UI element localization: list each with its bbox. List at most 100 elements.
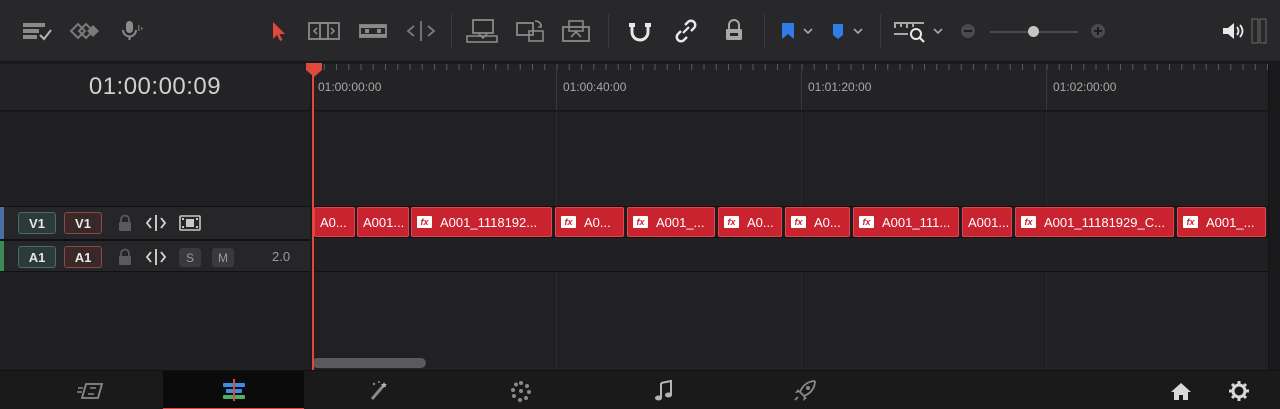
clip-label: A001_1118192... xyxy=(440,214,538,230)
video-clip[interactable]: A001... xyxy=(962,207,1012,237)
snapping-magnet-icon[interactable] xyxy=(624,16,656,46)
zoom-mode-dropdown[interactable] xyxy=(890,16,948,46)
timeline-track-area[interactable]: A0... A001... fx A001_1118192... fx A0... fx A0… xyxy=(312,112,1268,370)
trim-edit-mode-icon[interactable] xyxy=(305,16,343,46)
timeline-timecode: 01:00:00:09 xyxy=(88,73,222,100)
color-page-icon[interactable] xyxy=(490,371,552,409)
toolbar-divider xyxy=(608,14,609,48)
lock-track-icon[interactable] xyxy=(116,214,134,237)
insert-clip-icon[interactable] xyxy=(463,16,501,46)
audio-track-lane-a1[interactable] xyxy=(312,240,1268,272)
timeline-ruler[interactable]: 01:00:00:00 01:00:40:00 01:01:20:00 01:02:0… xyxy=(312,64,1268,111)
page-navigation-bar xyxy=(0,370,1280,409)
mute-button[interactable]: M xyxy=(212,248,234,267)
clip-label: A0... xyxy=(747,214,774,230)
zoom-out-icon[interactable] xyxy=(958,16,978,46)
auto-select-icon[interactable] xyxy=(145,248,167,271)
video-clip[interactable]: fx A0... xyxy=(555,207,624,237)
toolbar-divider xyxy=(880,14,881,48)
voiceover-microphone-icon[interactable] xyxy=(116,16,146,46)
fx-badge-icon: fx xyxy=(561,216,576,228)
edit-page-icon[interactable] xyxy=(163,371,304,409)
horizontal-scrollbar[interactable] xyxy=(312,358,426,368)
position-lock-icon[interactable] xyxy=(718,16,750,46)
zoom-in-icon[interactable] xyxy=(1088,16,1108,46)
fx-badge-icon: fx xyxy=(1183,216,1198,228)
ruler-ticks xyxy=(312,64,1268,70)
video-clip[interactable]: fx A001_... xyxy=(627,207,715,237)
track-header-empty-area xyxy=(0,272,310,370)
flag-dropdown[interactable] xyxy=(776,16,816,46)
audio-channel-format: 2.0 xyxy=(272,249,291,264)
selection-mode-icon[interactable] xyxy=(264,16,292,46)
video-clip[interactable]: fx A0... xyxy=(785,207,850,237)
audio-meter xyxy=(1250,16,1268,46)
blade-edit-mode-icon[interactable] xyxy=(403,16,439,46)
playhead-handle[interactable] xyxy=(305,62,323,83)
ruler-major-tick xyxy=(556,64,557,110)
zoom-slider-thumb[interactable] xyxy=(1028,26,1039,37)
fx-badge-icon: fx xyxy=(417,216,432,228)
ruler-timecode-label: 01:02:00:00 xyxy=(1053,80,1117,94)
video-clip[interactable]: fx A0... xyxy=(718,207,782,237)
clip-label: A0... xyxy=(320,214,347,230)
overwrite-clip-icon[interactable] xyxy=(512,16,548,46)
timeline-toolbar xyxy=(0,0,1280,62)
v1-source-patch-button[interactable]: V1 xyxy=(64,212,102,234)
audio-track-color-stripe xyxy=(0,241,4,271)
video-track-header-v1: V1 V1 xyxy=(0,206,310,240)
ruler-timecode-label: 01:00:40:00 xyxy=(563,80,627,94)
disable-video-track-icon[interactable] xyxy=(178,214,202,237)
fx-badge-icon: fx xyxy=(1021,216,1036,228)
volume-icon[interactable] xyxy=(1218,16,1248,46)
timecode-display: 01:00:00:09 xyxy=(0,64,310,111)
video-clip[interactable]: fx A001_... xyxy=(1177,207,1266,237)
video-clip[interactable]: fx A001_1118192... xyxy=(411,207,552,237)
fairlight-page-icon[interactable] xyxy=(633,371,695,409)
ruler-timecode-label: 01:01:20:00 xyxy=(808,80,872,94)
fx-badge-icon: fx xyxy=(859,216,874,228)
clip-label: A001... xyxy=(968,214,1010,230)
clip-label: A0... xyxy=(814,214,841,230)
clip-label: A001_111... xyxy=(882,214,951,230)
home-icon[interactable] xyxy=(1164,371,1198,409)
deliver-page-icon[interactable] xyxy=(774,371,836,409)
fx-badge-icon: fx xyxy=(724,216,739,228)
v1-destination-button[interactable]: V1 xyxy=(18,212,56,234)
video-clip[interactable]: A001... xyxy=(357,207,409,237)
linked-selection-icon[interactable] xyxy=(670,16,702,46)
solo-button[interactable]: S xyxy=(179,248,201,267)
clip-label: A001_... xyxy=(1206,214,1255,230)
ruler-timecode-label: 01:00:00:00 xyxy=(318,80,382,94)
video-track-color-stripe xyxy=(0,207,4,239)
clip-label: A0... xyxy=(584,214,611,230)
replace-clip-icon[interactable] xyxy=(558,16,596,46)
ruler-major-tick xyxy=(801,64,802,110)
project-settings-gear-icon[interactable] xyxy=(1222,371,1256,409)
stacked-timelines-icon[interactable] xyxy=(66,16,102,46)
vertical-scrollbar[interactable] xyxy=(1268,64,1280,370)
ruler-major-tick xyxy=(1046,64,1047,110)
marker-dropdown[interactable] xyxy=(826,16,868,46)
a1-source-patch-button[interactable]: A1 xyxy=(64,246,102,268)
fusion-page-icon[interactable] xyxy=(348,371,410,409)
video-clip[interactable]: fx A001_11181929_C... xyxy=(1015,207,1174,237)
video-clip[interactable]: A0... xyxy=(314,207,355,237)
video-clip[interactable]: fx A001_111... xyxy=(853,207,959,237)
timeline-view-options-icon[interactable] xyxy=(20,16,54,46)
clip-label: A001_... xyxy=(656,214,705,230)
a1-destination-button[interactable]: A1 xyxy=(18,246,56,268)
toolbar-divider xyxy=(451,14,452,48)
toolbar-divider xyxy=(764,14,765,48)
playhead-line[interactable] xyxy=(312,68,314,370)
lock-track-icon[interactable] xyxy=(116,248,134,271)
fx-badge-icon: fx xyxy=(791,216,806,228)
fx-badge-icon: fx xyxy=(633,216,648,228)
auto-select-icon[interactable] xyxy=(145,214,167,237)
clip-label: A001_11181929_C... xyxy=(1044,214,1165,230)
cut-page-icon[interactable] xyxy=(60,371,122,409)
audio-track-header-a1: A1 A1 S M 2.0 xyxy=(0,240,310,272)
track-header-empty-area xyxy=(0,112,310,206)
clip-label: A001... xyxy=(363,214,405,230)
dynamic-trim-mode-icon[interactable] xyxy=(356,16,390,46)
